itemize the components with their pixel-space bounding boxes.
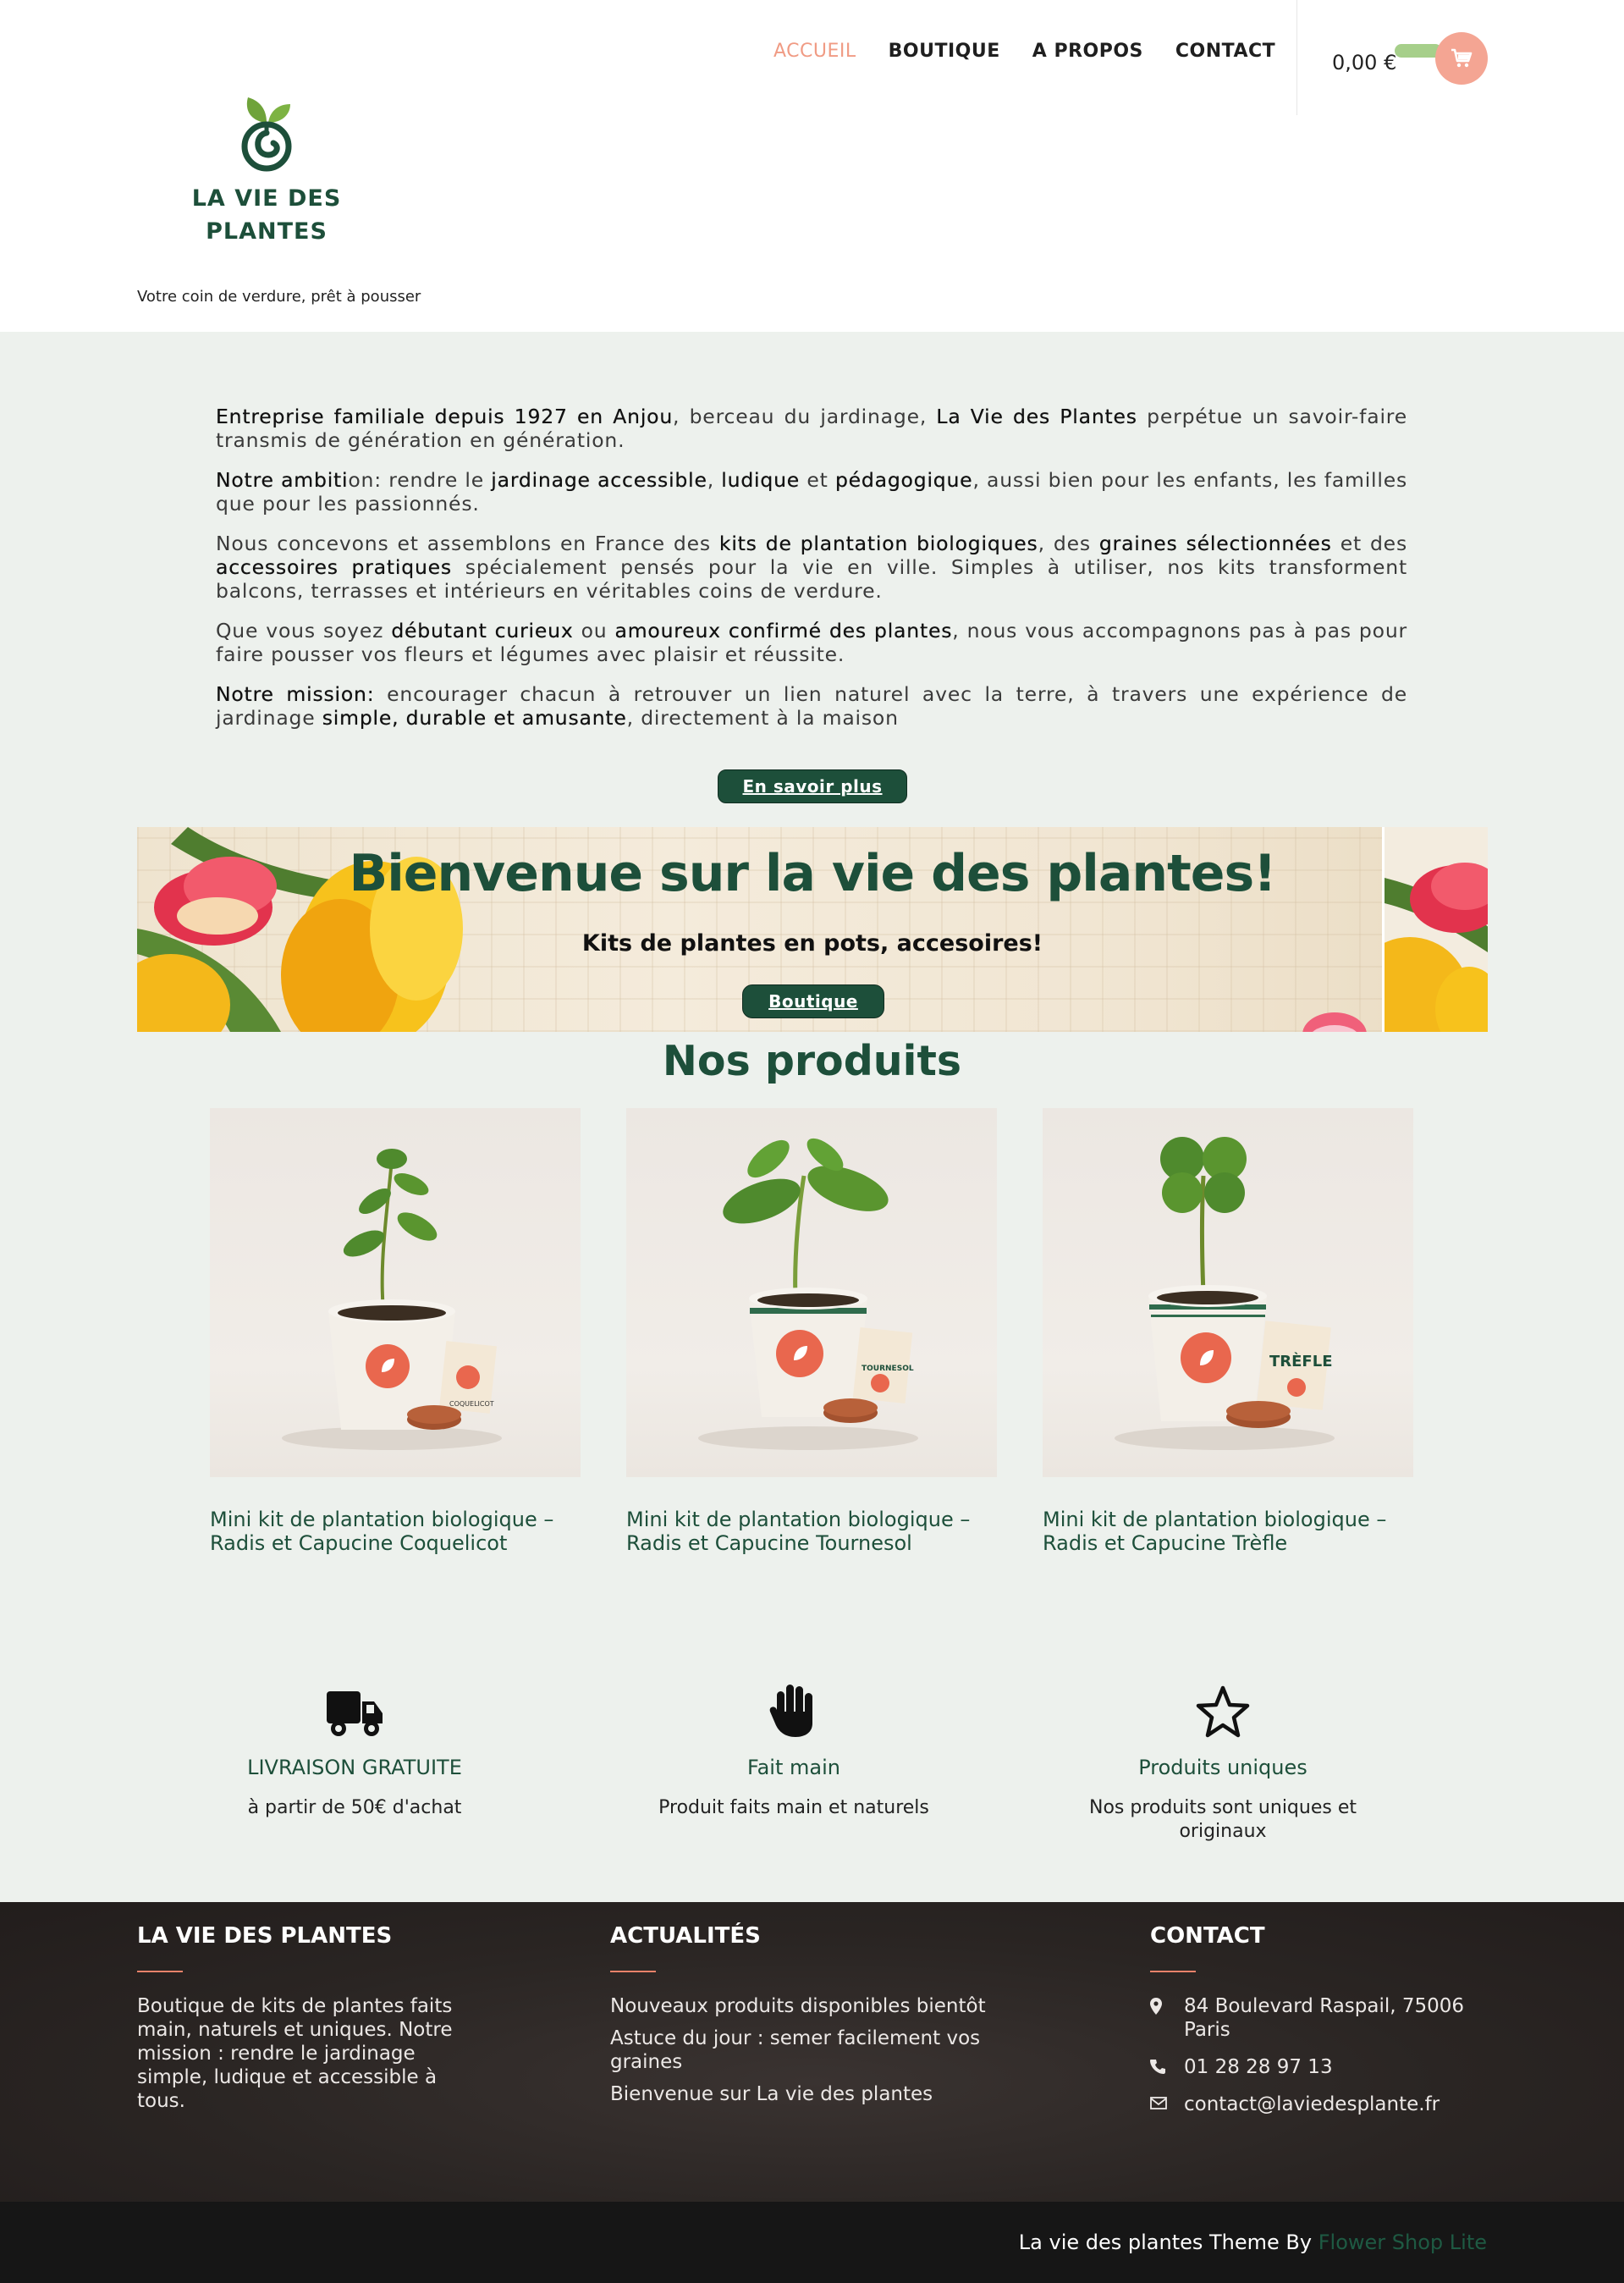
product-name[interactable]: Mini kit de plantation biologique – Radi… (210, 1508, 581, 1555)
intro-paragraph-3: Nous concevons et assemblons en France d… (216, 532, 1407, 603)
nav-boutique[interactable]: BOUTIQUE (889, 41, 1000, 62)
contact-email: contact@laviedesplante.fr (1150, 2093, 1489, 2116)
banner-pink-petal-image (1302, 1012, 1367, 1032)
feature-text: Produit faits main et naturels (658, 1797, 929, 1818)
nav-accueil[interactable]: ACCUEIL (773, 41, 856, 62)
product-card[interactable]: TOURNESOL Mini kit de plantation biologi… (626, 1108, 997, 1555)
footer-news: ACTUALITÉS Nouveaux produits disponibles… (610, 1923, 991, 2115)
product-card[interactable]: TRÈFLE Mini kit de plantation biologique… (1043, 1108, 1413, 1555)
footer-contact-title: CONTACT (1150, 1923, 1265, 1949)
intro-paragraph-5: Notre mission: encourager chacun à retro… (216, 682, 1407, 730)
learn-more-button[interactable]: En savoir plus (718, 769, 907, 803)
product-image[interactable]: COQUELICOT (210, 1108, 581, 1477)
footer-news-list: Nouveaux produits disponibles bientôt As… (610, 1994, 991, 2106)
news-link[interactable]: Astuce du jour : semer facilement vos gr… (610, 2027, 991, 2074)
contact-phone-text[interactable]: 01 28 28 97 13 (1184, 2055, 1333, 2079)
banner-subtitle: Kits de plantes en pots, accesoires! (581, 930, 1043, 957)
site-logo[interactable]: LA VIE DES PLANTES (190, 89, 343, 250)
theme-credit-link[interactable]: Flower Shop Lite (1318, 2231, 1487, 2254)
feature-title: Fait main (747, 1756, 840, 1779)
plant-pot-image: COQUELICOT (282, 1149, 502, 1450)
product-name[interactable]: Mini kit de plantation biologique – Radi… (1043, 1508, 1413, 1555)
footer-contact: CONTACT 84 Boulevard Raspail, 75006 Pari… (1150, 1923, 1489, 2130)
contact-address-text: 84 Boulevard Raspail, 75006 Paris (1184, 1995, 1465, 2041)
product-name[interactable]: Mini kit de plantation biologique – Radi… (626, 1508, 997, 1555)
feature-title: Produits uniques (1138, 1756, 1307, 1779)
star-icon (1196, 1685, 1250, 1738)
site-header: LA VIE DES PLANTES Votre coin de verdure… (0, 0, 1624, 332)
product-tag-label: TOURNESOL (862, 1365, 914, 1373)
footer-about-title: LA VIE DES PLANTES (137, 1923, 393, 1949)
cart-button[interactable] (1435, 32, 1488, 85)
credit-text: La vie des plantes Theme By (1018, 2231, 1318, 2254)
banner-title: Bienvenue sur la vie des plantes! (349, 844, 1276, 903)
product-image[interactable]: TOURNESOL (626, 1108, 997, 1477)
sprout-logo-icon (241, 97, 292, 172)
site-footer: LA VIE DES PLANTES Boutique de kits de p… (0, 1902, 1624, 2202)
logo-line-2: PLANTES (206, 218, 328, 245)
product-image[interactable]: TRÈFLE (1043, 1108, 1413, 1477)
feature-free-delivery: LIVRAISON GRATUITE à partir de 50€ d'ach… (185, 1685, 524, 1820)
hand-icon (769, 1685, 812, 1737)
feature-text: Nos produits sont uniques et originaux (1088, 1797, 1357, 1842)
intro-paragraph-1: Entreprise familiale depuis 1927 en Anjo… (216, 405, 1407, 452)
feature-title: LIVRAISON GRATUITE (247, 1756, 462, 1779)
feature-text: à partir de 50€ d'achat (247, 1797, 462, 1818)
hero-banner: Bienvenue sur la vie des plantes! Kits d… (137, 827, 1488, 1032)
mail-icon (1150, 2093, 1184, 2113)
contact-phone: 01 28 28 97 13 (1150, 2055, 1489, 2079)
main-nav: ACCUEIL BOUTIQUE A PROPOS CONTACT (773, 41, 1275, 62)
news-link[interactable]: Nouveaux produits disponibles bientôt (610, 1994, 991, 2018)
logo-line-1: LA VIE DES (191, 185, 342, 212)
footer-about: LA VIE DES PLANTES Boutique de kits de p… (137, 1923, 467, 2113)
site-tagline: Votre coin de verdure, prêt à pousser (137, 288, 421, 306)
phone-icon (1150, 2055, 1184, 2077)
copyright-bar: La vie des plantes Theme By Flower Shop … (0, 2202, 1624, 2283)
cart-icon (1451, 48, 1473, 68)
plant-pot-image: TRÈFLE (1115, 1137, 1335, 1450)
product-tag-label: COQUELICOT (449, 1400, 494, 1408)
product-tag-label: TRÈFLE (1269, 1352, 1333, 1370)
plant-pot-image: TOURNESOL (698, 1138, 918, 1450)
feature-unique-products: Produits uniques Nos produits sont uniqu… (1054, 1685, 1392, 1844)
products-title: Nos produits (662, 1037, 962, 1085)
footer-divider (1150, 1971, 1196, 1972)
about-intro: Entreprise familiale depuis 1927 en Anjo… (216, 405, 1407, 746)
cart-total[interactable]: 0,00 € (1332, 51, 1396, 74)
footer-divider (610, 1971, 656, 1972)
news-link[interactable]: Bienvenue sur La vie des plantes (610, 2082, 991, 2106)
product-card[interactable]: COQUELICOT Mini kit de plantation biolog… (210, 1108, 581, 1555)
truck-icon (327, 1691, 383, 1736)
theme-credit: La vie des plantes Theme By Flower Shop … (1019, 2231, 1487, 2254)
footer-about-text: Boutique de kits de plantes faits main, … (137, 1995, 453, 2112)
nav-a-propos[interactable]: A PROPOS (1032, 41, 1143, 62)
header-divider (1296, 0, 1297, 115)
logo-wordmark: LA VIE DES PLANTES (190, 182, 343, 248)
footer-divider (137, 1971, 183, 1972)
feature-handmade: Fait main Produit faits main et naturels (625, 1685, 963, 1820)
intro-paragraph-4: Que vous soyez débutant curieux ou amour… (216, 619, 1407, 666)
shop-button[interactable]: Boutique (742, 984, 884, 1018)
contact-address: 84 Boulevard Raspail, 75006 Paris (1150, 1994, 1489, 2042)
map-pin-icon (1150, 1994, 1184, 2018)
footer-news-title: ACTUALITÉS (610, 1923, 761, 1949)
intro-paragraph-2: Notre ambition: rendre le jardinage acce… (216, 468, 1407, 516)
nav-contact[interactable]: CONTACT (1175, 41, 1275, 62)
contact-email-text[interactable]: contact@laviedesplante.fr (1184, 2093, 1440, 2116)
